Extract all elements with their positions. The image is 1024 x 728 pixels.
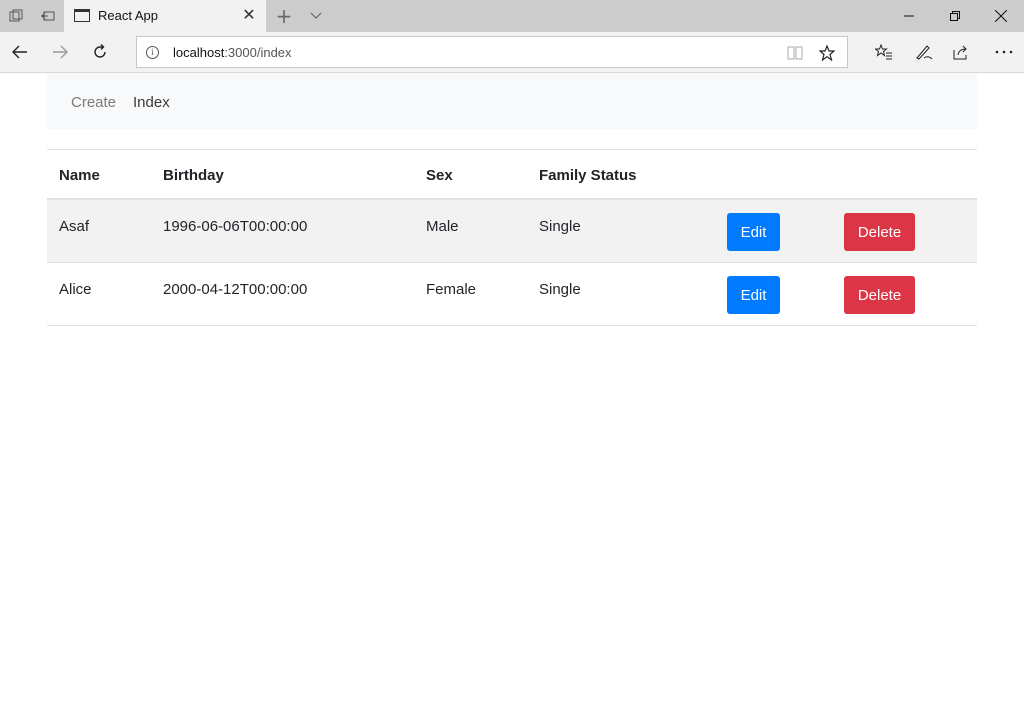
table-row: Asaf 1996-06-06T00:00:00 Male Single Edi… [47,200,977,263]
restore-icon[interactable] [932,0,978,32]
back-arrow-icon[interactable] [4,36,36,68]
cell-name: Alice [59,281,92,298]
cell-sex: Female [426,281,477,298]
table-header: Name Birthday Sex Family Status [47,150,977,200]
header-family-status: Family Status [539,167,637,184]
minimize-icon[interactable] [886,0,932,32]
tab-manager-icon[interactable] [0,0,32,32]
table-row: Alice 2000-04-12T00:00:00 Female Single … [47,263,977,326]
people-table: Name Birthday Sex Family Status Asaf 199… [47,149,977,326]
cell-birthday: 1996-06-06T00:00:00 [163,218,308,235]
reading-view-icon[interactable] [785,43,805,63]
share-icon[interactable] [946,36,978,68]
cell-name: Asaf [59,218,90,235]
set-tabs-aside-icon[interactable] [32,0,64,32]
url-text: localhost:3000/index [173,45,292,60]
page-icon [74,9,90,22]
chevron-down-icon[interactable] [300,0,332,32]
cell-sex: Male [426,218,459,235]
address-bar[interactable]: i localhost:3000/index [136,36,848,68]
nav-link-create[interactable]: Create [71,94,116,111]
cell-birthday: 2000-04-12T00:00:00 [163,281,308,298]
site-info-icon[interactable]: i [146,46,159,59]
edit-button[interactable]: Edit [727,213,780,251]
browser-titlebar: React App ✕ + [0,0,1024,32]
star-icon[interactable] [817,43,837,63]
forward-arrow-icon[interactable] [44,36,76,68]
delete-button[interactable]: Delete [844,276,915,314]
tab-title: React App [98,8,158,23]
edit-button[interactable]: Edit [727,276,780,314]
cell-family-status: Single [539,218,581,235]
app-navbar: Create Index [47,73,977,129]
header-sex: Sex [426,167,453,184]
refresh-icon[interactable] [84,36,116,68]
pen-icon[interactable] [908,36,940,68]
delete-button[interactable]: Delete [844,213,915,251]
nav-link-index[interactable]: Index [133,94,170,111]
cell-family-status: Single [539,281,581,298]
browser-toolbar: i localhost:3000/index [0,32,1024,73]
more-options-icon[interactable] [988,36,1020,68]
close-tab-icon[interactable]: ✕ [240,6,258,24]
header-name: Name [59,167,100,184]
favorites-icon[interactable] [868,36,900,68]
browser-tab[interactable]: React App ✕ [64,0,266,32]
close-window-icon[interactable] [978,0,1024,32]
header-birthday: Birthday [163,167,224,184]
new-tab-icon[interactable]: + [268,0,300,32]
